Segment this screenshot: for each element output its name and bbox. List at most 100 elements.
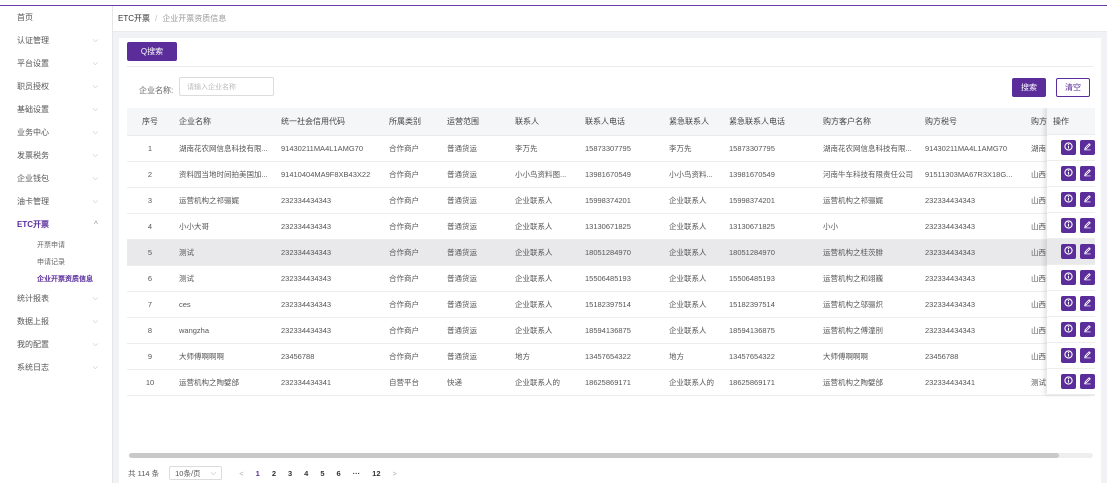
sidebar-subitem[interactable]: 申请记录 [0, 253, 112, 270]
sidebar-item[interactable]: 平台设置 ⌵ [0, 52, 112, 75]
sidebar-item[interactable]: 数据上报 ⌵ [0, 310, 112, 333]
info-icon [1064, 272, 1073, 283]
table-row[interactable]: 8 wangzha 232334434343 合作商户 普通货运 企业联系人 1859413… [127, 317, 1095, 344]
sidebar-item[interactable]: 系统日志 ⌵ [0, 356, 112, 379]
edit-button[interactable] [1080, 140, 1095, 155]
sidebar-item[interactable]: 油卡管理 ⌵ [0, 190, 112, 213]
table-cell: 运营机构之傅潼刖 [817, 317, 919, 344]
edit-button[interactable] [1080, 192, 1095, 207]
table-row[interactable]: 6 测试 232334434343 合作商户 普通货运 企业联系人 15506485193 企… [127, 265, 1095, 292]
table-row[interactable]: 4 小小大哥 232334434343 合作商户 普通货运 企业联系人 1313067182… [127, 213, 1095, 240]
page-button[interactable]: 5 [320, 469, 324, 478]
prev-page-button[interactable]: < [239, 469, 243, 478]
sidebar-item[interactable]: 基础设置 ⌵ [0, 98, 112, 121]
table-cell: 大师傅啊啊啊 [173, 343, 275, 370]
table-cell: 91410404MA9F8XB43X22 [275, 161, 383, 188]
info-button[interactable] [1061, 322, 1076, 337]
edit-button[interactable] [1080, 296, 1095, 311]
operation-cell [1047, 161, 1095, 187]
page-button[interactable]: 1 [256, 469, 260, 478]
table-row[interactable]: 3 运营机构之祁骊娓 232334434343 合作商户 普通货运 企业联系人 159983… [127, 187, 1095, 214]
info-icon [1064, 246, 1073, 257]
table-row[interactable]: 9 大师傅啊啊啊 23456788 合作商户 普通货运 地方 13457654322 地方 13… [127, 343, 1095, 370]
table-cell: 普通货运 [441, 135, 509, 162]
breadcrumb-root[interactable]: ETC开票 [118, 13, 150, 24]
table-cell: 企业联系人 [509, 317, 579, 344]
table-row[interactable]: 2 资料园当地时间拍美国加... 91410404MA9F8XB43X22 合作商户普… [127, 161, 1095, 188]
sidebar-item[interactable]: 职员授权 ⌵ [0, 75, 112, 98]
info-button[interactable] [1061, 296, 1076, 311]
edit-button[interactable] [1080, 270, 1095, 285]
edit-icon [1083, 142, 1092, 153]
table-cell: 运营机构之陶嬖邰 [173, 369, 275, 396]
table-row[interactable]: 7 ces 232334434343 合作商户 普通货运 企业联系人 15182397514… [127, 291, 1095, 318]
data-table: 序号 企业名称 统一社会信用代码 所属类别 运营范围 联系人 联系人电话 紧急联系人 紧急联系人… [127, 108, 1095, 448]
next-page-button[interactable]: > [393, 469, 397, 478]
sidebar-item[interactable]: 企业钱包 ⌵ [0, 167, 112, 190]
search-button[interactable]: 搜索 [1012, 78, 1046, 97]
info-button[interactable] [1061, 348, 1076, 363]
table-cell: 232334434343 [275, 265, 383, 292]
table-row[interactable]: 1 湖南花农网信息科技有限... 91430211MA4L1AMG70 合作商户 普通货… [127, 135, 1095, 162]
table-row[interactable]: 5 测试 232334434343 合作商户 普通货运 企业联系人 18051284970 企… [127, 239, 1095, 266]
table-cell: 15506485193 [579, 265, 663, 292]
table-cell: 8 [127, 317, 173, 344]
page-button[interactable]: 3 [288, 469, 292, 478]
info-icon [1064, 194, 1073, 205]
page-button[interactable]: 2 [272, 469, 276, 478]
edit-button[interactable] [1080, 348, 1095, 363]
table-cell: 合作商户 [383, 213, 441, 240]
page-button[interactable]: 12 [372, 469, 380, 478]
info-button[interactable] [1061, 140, 1076, 155]
breadcrumb: ETC开票 / 企业开票资质信息 [113, 6, 1107, 32]
info-button[interactable] [1061, 192, 1076, 207]
edit-icon [1083, 376, 1092, 387]
edit-button[interactable] [1080, 374, 1095, 389]
sidebar-item[interactable]: ETC开票 ^ [0, 213, 112, 236]
column-header: 联系人电话 [579, 108, 663, 136]
info-button[interactable] [1061, 374, 1076, 389]
table-cell: 232334434343 [275, 239, 383, 266]
edit-button[interactable] [1080, 322, 1095, 337]
page-button[interactable]: 4 [304, 469, 308, 478]
info-button[interactable] [1061, 218, 1076, 233]
page-button[interactable]: ··· [353, 469, 361, 478]
edit-button[interactable] [1080, 244, 1095, 259]
table-cell: 15873307795 [723, 135, 817, 162]
info-button[interactable] [1061, 244, 1076, 259]
table-cell: 企业联系人 [663, 213, 723, 240]
edit-icon [1083, 350, 1092, 361]
info-button[interactable] [1061, 270, 1076, 285]
page-button[interactable]: 6 [337, 469, 341, 478]
page-size-select[interactable]: 10条/页 ⌵ [169, 466, 223, 480]
clear-button[interactable]: 清空 [1056, 78, 1090, 97]
search-tab[interactable]: Q搜索 [127, 42, 177, 61]
table-cell: ces [173, 291, 275, 318]
edit-button[interactable] [1080, 218, 1095, 233]
sidebar-item[interactable]: 业务中心 ⌵ [0, 121, 112, 144]
sidebar-item[interactable]: 发票税务 ⌵ [0, 144, 112, 167]
horizontal-scrollbar[interactable] [129, 453, 1093, 458]
table-row[interactable]: 10 运营机构之陶嬖邰 232334434341 自营平台 快递 企业联系人的 186258… [127, 369, 1095, 396]
table-cell: 合作商户 [383, 317, 441, 344]
sidebar-item[interactable]: 统计报表 ⌵ [0, 287, 112, 310]
table-cell: 普通货运 [441, 161, 509, 188]
table-cell: 15506485193 [723, 265, 817, 292]
sidebar-subitem[interactable]: 企业开票资质信息 [0, 270, 112, 287]
operation-cell [1047, 187, 1095, 213]
info-button[interactable] [1061, 166, 1076, 181]
edit-icon [1083, 168, 1092, 179]
company-name-label: 企业名称: [139, 86, 174, 95]
edit-button[interactable] [1080, 166, 1095, 181]
table-cell: 232334434343 [275, 213, 383, 240]
operation-cell [1047, 135, 1095, 161]
sidebar-item-label: 统计报表 [17, 294, 49, 303]
table-cell: 5 [127, 239, 173, 266]
scrollbar-thumb[interactable] [129, 453, 1059, 458]
column-header: 联系人 [509, 108, 579, 136]
sidebar-item[interactable]: 认证管理 ⌵ [0, 29, 112, 52]
sidebar-item[interactable]: 我的配置 ⌵ [0, 333, 112, 356]
sidebar-item[interactable]: 首页 [0, 6, 112, 29]
company-name-input[interactable]: 请输入企业名称 [179, 77, 274, 96]
sidebar-subitem[interactable]: 开票申请 [0, 236, 112, 253]
